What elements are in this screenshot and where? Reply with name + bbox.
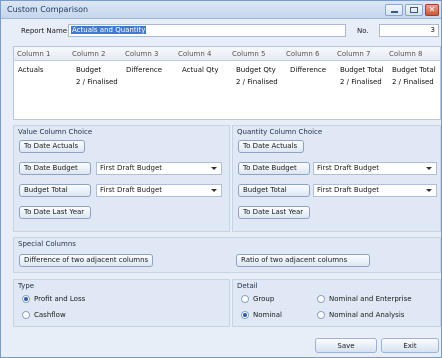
detail-nominal-radio[interactable]: Nominal	[241, 311, 282, 319]
grid-column-header[interactable]: Column 7	[337, 50, 371, 58]
radio-selected-icon	[241, 311, 249, 319]
type-cashflow-radio[interactable]: Cashflow	[22, 311, 66, 319]
quantity-column-choice-panel: Quantity Column Choice To Date Actuals T…	[232, 125, 441, 232]
value-total-select[interactable]: First Draft Budget	[96, 184, 222, 197]
chevron-down-icon	[426, 167, 432, 170]
radio-selected-icon	[22, 295, 30, 303]
maximize-button[interactable]	[405, 4, 423, 16]
detail-nominal-label: Nominal	[253, 311, 282, 319]
grid-column-header[interactable]: Column 4	[178, 50, 212, 58]
report-no-input[interactable]: 3	[379, 24, 439, 37]
quantity-to-date-last-year-button[interactable]: To Date Last Year	[238, 206, 310, 219]
close-icon: ✕	[428, 5, 436, 14]
grid-column-header[interactable]: Column 2	[72, 50, 106, 58]
type-profit-and-loss-label: Profit and Loss	[34, 295, 86, 303]
quantity-choice-title: Quantity Column Choice	[237, 128, 323, 136]
grid-column-header[interactable]: Column 5	[232, 50, 266, 58]
value-to-date-budget-button[interactable]: To Date Budget	[19, 162, 91, 175]
report-name-input[interactable]: Actuals and Quantity	[68, 24, 346, 37]
detail-nominal-analysis-radio[interactable]: Nominal and Analysis	[317, 311, 404, 319]
radio-icon	[317, 311, 325, 319]
special-columns-title: Special Columns	[18, 240, 76, 248]
grid-cell[interactable]: Budget Total	[392, 66, 436, 74]
chevron-down-icon	[211, 167, 217, 170]
quantity-to-date-budget-button[interactable]: To Date Budget	[238, 162, 310, 175]
type-title: Type	[18, 282, 35, 290]
grid-cell[interactable]: 2 / Finalised	[236, 78, 278, 86]
grid-cell[interactable]: Actuals	[18, 66, 44, 74]
quantity-total-select-value: First Draft Budget	[317, 186, 380, 194]
value-to-date-actuals-button[interactable]: To Date Actuals	[19, 140, 85, 153]
grid-cell[interactable]: Budget	[76, 66, 101, 74]
grid-column-header[interactable]: Column 6	[286, 50, 320, 58]
chevron-down-icon	[426, 189, 432, 192]
grid-header: Column 1 Column 2 Column 3 Column 4 Colu…	[14, 47, 440, 61]
quantity-budget-select[interactable]: First Draft Budget	[313, 162, 437, 175]
detail-panel: Detail Group Nominal Nominal and Enterpr…	[232, 279, 441, 327]
grid-column-header[interactable]: Column 8	[389, 50, 423, 58]
quantity-budget-select-value: First Draft Budget	[317, 164, 380, 172]
grid-column-header[interactable]: Column 3	[125, 50, 159, 58]
close-button[interactable]: ✕	[425, 4, 439, 16]
radio-icon	[241, 295, 249, 303]
special-columns-panel: Special Columns Difference of two adjace…	[13, 237, 441, 273]
minimize-icon	[390, 11, 398, 13]
value-budget-select-value: First Draft Budget	[100, 164, 163, 172]
ratio-adjacent-button[interactable]: Ratio of two adjacent columns	[236, 254, 370, 267]
radio-icon	[317, 295, 325, 303]
detail-group-radio[interactable]: Group	[241, 295, 274, 303]
type-panel: Type Profit and Loss Cashflow	[13, 279, 230, 327]
report-name-label: Report Name	[21, 27, 68, 35]
maximize-icon	[410, 7, 418, 13]
radio-icon	[22, 311, 30, 319]
custom-comparison-window: Custom Comparison ✕ Report Name Actuals …	[0, 0, 442, 358]
columns-grid[interactable]: Column 1 Column 2 Column 3 Column 4 Colu…	[13, 46, 441, 120]
grid-cell[interactable]: 2 / Finalised	[340, 78, 382, 86]
detail-nominal-enterprise-label: Nominal and Enterprise	[329, 295, 412, 303]
quantity-budget-total-button[interactable]: Budget Total	[238, 184, 310, 197]
value-budget-total-button[interactable]: Budget Total	[19, 184, 91, 197]
type-profit-and-loss-radio[interactable]: Profit and Loss	[22, 295, 85, 303]
grid-cell[interactable]: Actual Qty	[182, 66, 219, 74]
window-title: Custom Comparison	[7, 5, 89, 14]
grid-column-header[interactable]: Column 1	[17, 50, 51, 58]
grid-cell[interactable]: Difference	[126, 66, 162, 74]
value-total-select-value: First Draft Budget	[100, 186, 163, 194]
title-bar: Custom Comparison ✕	[1, 1, 441, 19]
value-choice-title: Value Column Choice	[18, 128, 93, 136]
grid-cell[interactable]: Difference	[290, 66, 326, 74]
chevron-down-icon	[211, 189, 217, 192]
detail-group-label: Group	[253, 295, 275, 303]
save-button[interactable]: Save	[315, 338, 377, 353]
difference-adjacent-button[interactable]: Difference of two adjacent columns	[19, 254, 153, 267]
report-no-label: No.	[357, 27, 369, 35]
report-name-value: Actuals and Quantity	[71, 26, 147, 34]
grid-cell[interactable]: 2 / Finalised	[392, 78, 434, 86]
grid-cell[interactable]: Budget Qty	[236, 66, 276, 74]
grid-cell[interactable]: 2 / Finalised	[76, 78, 118, 86]
quantity-to-date-actuals-button[interactable]: To Date Actuals	[238, 140, 304, 153]
detail-nominal-enterprise-radio[interactable]: Nominal and Enterprise	[317, 295, 412, 303]
value-to-date-last-year-button[interactable]: To Date Last Year	[19, 206, 91, 219]
quantity-total-select[interactable]: First Draft Budget	[313, 184, 437, 197]
detail-nominal-analysis-label: Nominal and Analysis	[329, 311, 405, 319]
value-budget-select[interactable]: First Draft Budget	[96, 162, 222, 175]
exit-button[interactable]: Exit	[381, 338, 439, 353]
type-cashflow-label: Cashflow	[34, 311, 66, 319]
grid-cell[interactable]: Budget Total	[340, 66, 384, 74]
detail-title: Detail	[237, 282, 258, 290]
minimize-button[interactable]	[385, 4, 403, 16]
value-column-choice-panel: Value Column Choice To Date Actuals To D…	[13, 125, 230, 232]
